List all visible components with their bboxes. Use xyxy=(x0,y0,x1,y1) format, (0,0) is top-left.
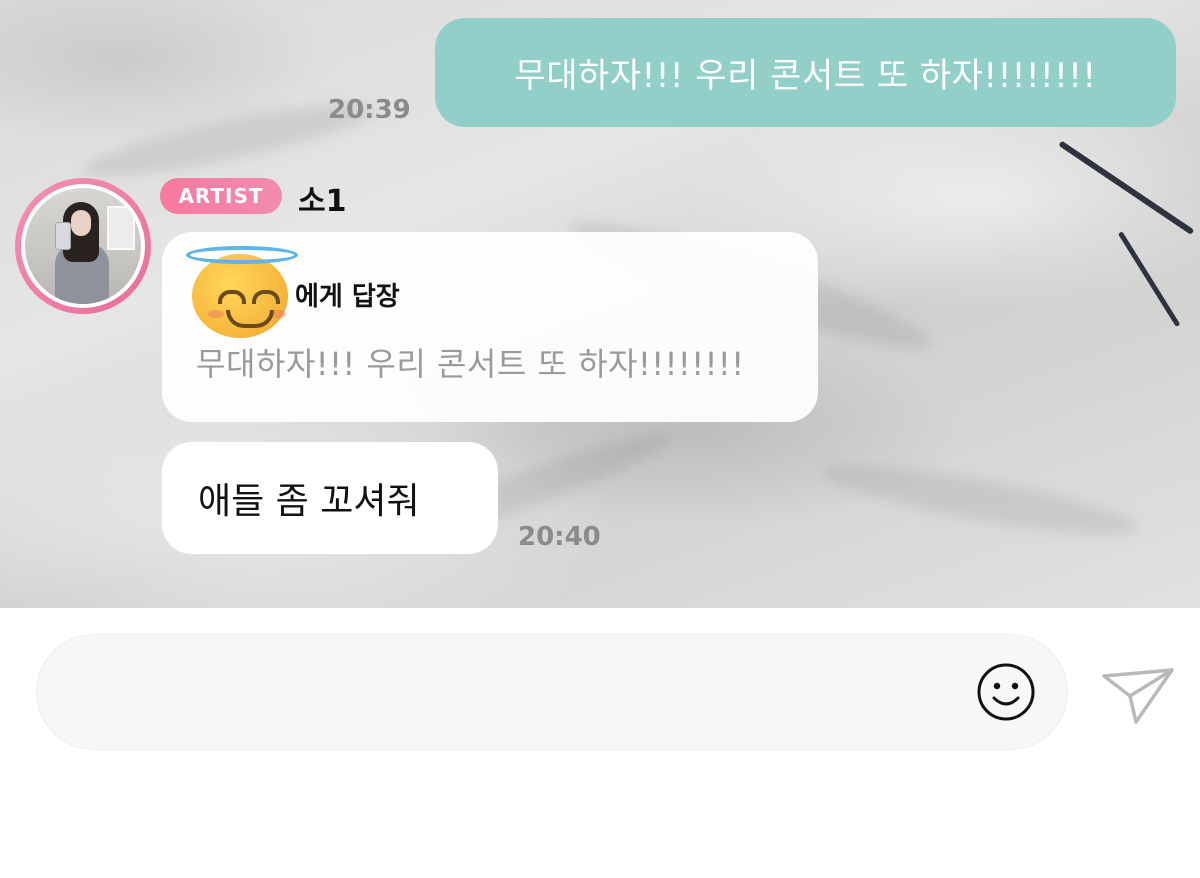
artist-badge: ARTIST xyxy=(160,178,282,214)
artist-message-bubble[interactable]: 애들 좀 꼬셔줘 xyxy=(162,442,498,554)
smiley-face-icon[interactable] xyxy=(976,662,1036,722)
message-input-container[interactable] xyxy=(36,634,1068,750)
artist-message-text: 애들 좀 꼬셔줘 xyxy=(198,481,420,522)
paper-plane-icon[interactable] xyxy=(1100,660,1176,726)
artist-message-time: 20:40 xyxy=(518,522,601,552)
quoted-message-text: 무대하자!!! 우리 콘서트 또 하자!!!!!!!! xyxy=(196,345,745,383)
smiling-face-with-halo-icon xyxy=(186,246,300,338)
reply-to-label: 에게 답장 xyxy=(295,282,400,312)
sender-name: 소1 xyxy=(298,184,347,219)
artist-avatar[interactable] xyxy=(15,178,151,314)
message-input[interactable] xyxy=(67,665,971,723)
background-seam xyxy=(1058,140,1195,235)
background-fold xyxy=(818,452,1142,548)
sent-message-text: 무대하자!!! 우리 콘서트 또 하자!!!!!!!! xyxy=(514,56,1097,96)
avatar-photo xyxy=(25,188,141,304)
sent-message-time: 20:39 xyxy=(328,95,411,125)
sent-message-bubble[interactable]: 무대하자!!! 우리 콘서트 또 하자!!!!!!!! xyxy=(435,18,1176,127)
background-seam xyxy=(1117,231,1181,328)
